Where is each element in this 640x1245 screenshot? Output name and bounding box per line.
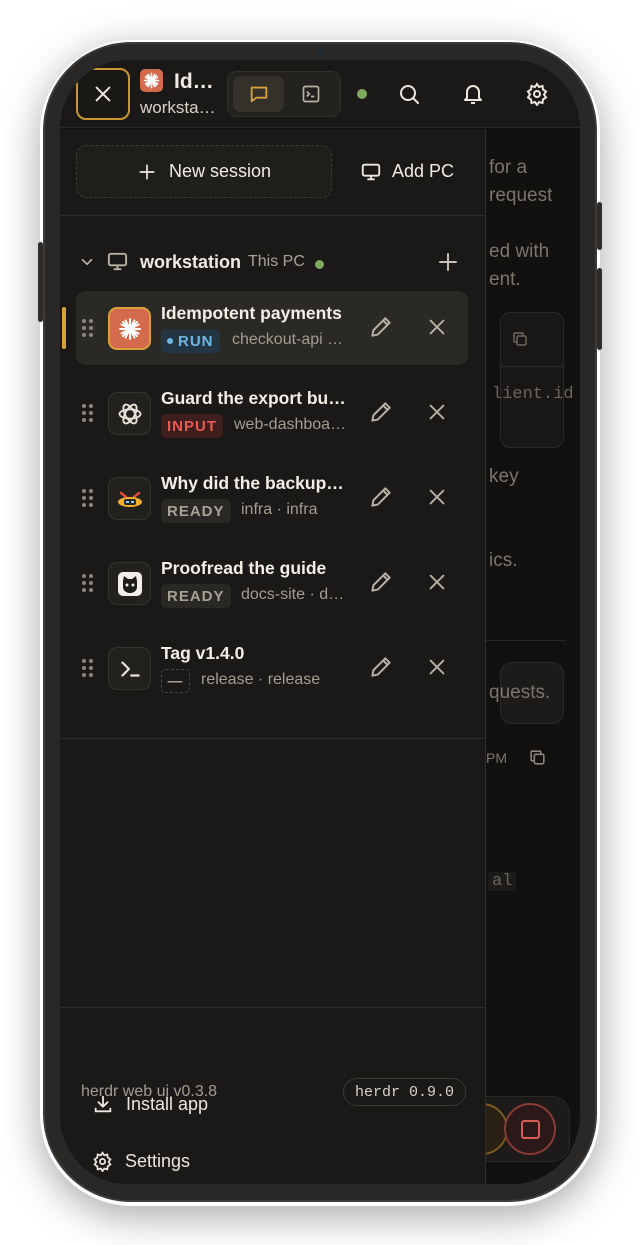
chat-view-button[interactable] (233, 76, 284, 112)
view-mode-toggle (227, 71, 341, 117)
edit-icon[interactable] (368, 314, 394, 340)
search-icon (400, 85, 419, 104)
openai-icon (108, 392, 151, 435)
status-badge: READY (161, 499, 231, 523)
drag-handle-icon[interactable] (82, 319, 93, 337)
edit-icon[interactable] (368, 569, 394, 595)
terminal-icon (108, 647, 151, 690)
session-item[interactable]: Proofread the guide READY docs-site · do… (76, 546, 468, 620)
monitor-icon (361, 163, 381, 180)
agent-icon (108, 477, 151, 520)
front-camera (316, 46, 325, 55)
session-meta: web-dashboard · web-dashboard (234, 416, 348, 433)
terminal-view-button[interactable] (285, 76, 336, 112)
status-badge: RUN (161, 329, 220, 353)
new-session-label: New session (168, 161, 272, 181)
session-meta: docs-site · docs-site (241, 586, 348, 603)
drag-handle-icon[interactable] (82, 659, 93, 677)
stop-button[interactable] (504, 1103, 556, 1155)
copy-icon[interactable] (511, 330, 529, 348)
edit-icon[interactable] (368, 484, 394, 510)
terminal-icon (302, 85, 319, 103)
session-title: Proofread the guide (161, 558, 327, 578)
stop-icon (521, 1120, 540, 1139)
active-indicator (62, 307, 66, 349)
settings-link[interactable]: Settings (92, 1151, 190, 1172)
notifications-button[interactable] (453, 74, 493, 114)
new-session-button[interactable]: New session (76, 145, 332, 198)
monitor-icon (107, 252, 128, 271)
session-title: Guard the export button (161, 388, 347, 408)
drag-handle-icon[interactable] (82, 404, 93, 422)
search-button[interactable] (389, 74, 429, 114)
gear-icon (526, 82, 548, 106)
code-block (500, 312, 564, 448)
claude-icon (108, 307, 151, 350)
add-session-icon[interactable] (436, 250, 460, 274)
session-item[interactable]: Idempotent payments RUN checkout-api · c… (62, 291, 468, 365)
chat-icon (250, 86, 267, 103)
web-ui-version: herdr web ui v0.3.8 (81, 1083, 218, 1100)
server-version-badge: herdr 0.9.0 (343, 1078, 467, 1106)
status-badge: — (161, 669, 190, 693)
status-badge: INPUT (161, 414, 223, 438)
session-item[interactable]: Why did the backup fail READY infra · in… (76, 461, 468, 535)
close-icon[interactable] (426, 656, 448, 678)
edit-icon[interactable] (368, 654, 394, 680)
session-title: Why did the backup fail (161, 473, 347, 493)
add-pc-button[interactable]: Add PC (350, 145, 470, 198)
connection-status-dot (357, 89, 367, 99)
status-badge: READY (161, 584, 231, 608)
settings-button[interactable] (517, 74, 557, 114)
cat-icon (108, 562, 151, 605)
machine-status-dot (315, 260, 324, 269)
top-bar: Id… workstation (60, 60, 580, 128)
session-subtitle: workstation (140, 98, 218, 117)
close-icon[interactable] (426, 571, 448, 593)
plus-icon (139, 164, 155, 179)
settings-label: Settings (125, 1151, 191, 1171)
session-item[interactable]: Guard the export button INPUT web-dashbo… (76, 376, 468, 450)
session-meta: release · release (201, 671, 321, 688)
close-icon[interactable] (426, 401, 448, 423)
drag-handle-icon[interactable] (82, 574, 93, 592)
add-pc-label: Add PC (392, 161, 455, 181)
session-meta: checkout-api · checkout-api (232, 331, 348, 348)
close-icon[interactable] (426, 486, 448, 508)
machine-tag: This PC (248, 253, 305, 270)
close-icon (95, 86, 111, 102)
claude-icon (140, 69, 163, 92)
drag-handle-icon[interactable] (82, 489, 93, 507)
session-title: Id… (174, 70, 214, 93)
chevron-down-icon[interactable] (78, 253, 96, 271)
gear-icon (93, 1151, 112, 1172)
session-item[interactable]: Tag v1.4.0 — release · release (76, 631, 468, 705)
session-drawer: New session Add PC workstation This PC I… (60, 129, 486, 1184)
session-title: Tag v1.4.0 (161, 643, 245, 663)
session-title: Idempotent payments (161, 303, 342, 323)
copy-icon[interactable] (528, 748, 547, 767)
close-drawer-button[interactable] (76, 68, 130, 120)
session-meta: infra · infra (241, 501, 318, 518)
machine-name: workstation (140, 252, 242, 272)
machine-header[interactable]: workstation This PC (60, 241, 486, 285)
close-icon[interactable] (426, 316, 448, 338)
screen: for a request ed with ent. lient.id key … (60, 60, 580, 1184)
bell-icon (464, 85, 482, 104)
edit-icon[interactable] (368, 399, 394, 425)
